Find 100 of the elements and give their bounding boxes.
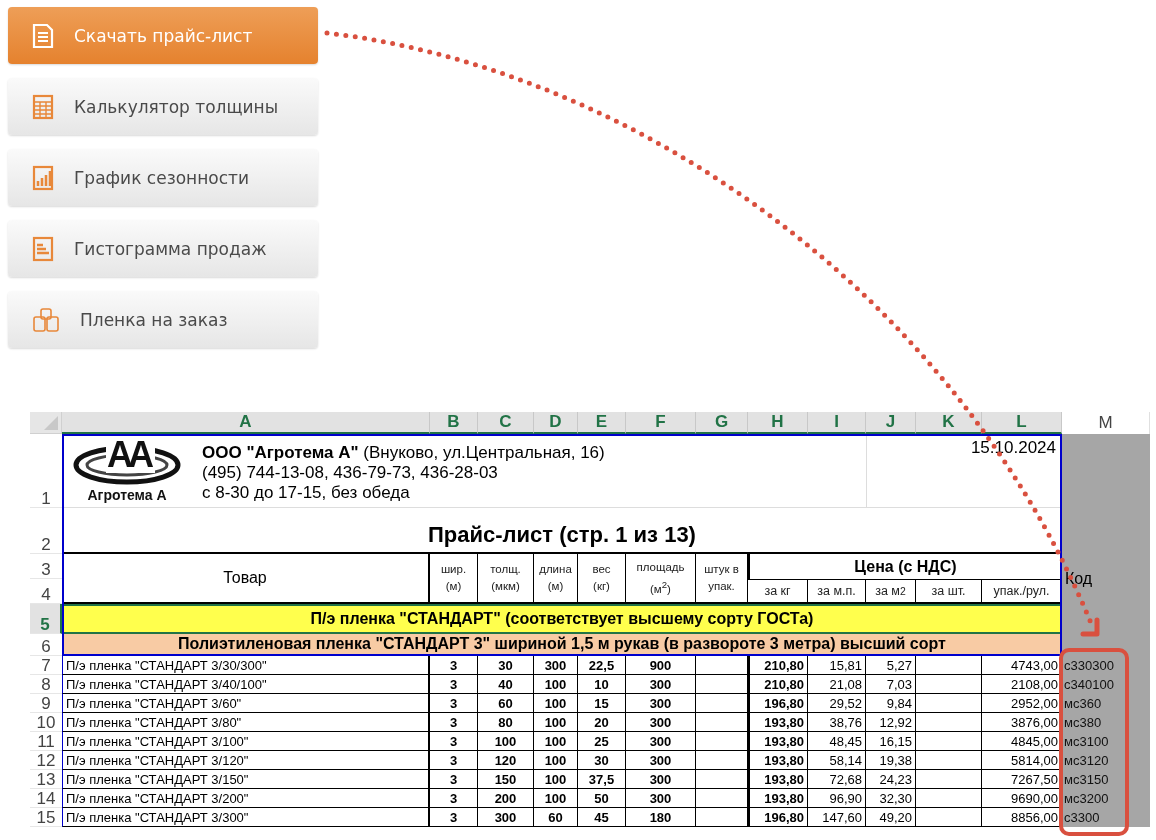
column-header[interactable]: A bbox=[62, 412, 430, 434]
table-cell: 180 bbox=[626, 808, 696, 827]
select-all-corner[interactable] bbox=[30, 412, 62, 434]
product-code: мс3100 bbox=[1064, 734, 1109, 749]
table-cell: 2952,00 bbox=[982, 694, 1062, 713]
table-cell: 4743,00 bbox=[982, 656, 1062, 675]
row-header[interactable]: 15 bbox=[30, 808, 62, 827]
table-cell: 3 bbox=[430, 808, 478, 827]
row-header[interactable]: 3 bbox=[30, 554, 62, 579]
column-header[interactable]: J bbox=[866, 412, 916, 434]
table-cell: 12,92 bbox=[866, 713, 916, 732]
table-cell: 3 bbox=[430, 656, 478, 675]
table-cell: 3 bbox=[430, 713, 478, 732]
table-cell: 21,08 bbox=[808, 675, 866, 694]
row-header[interactable]: 5 bbox=[30, 604, 62, 634]
table-cell: 19,38 bbox=[866, 751, 916, 770]
table-cell: 300 bbox=[478, 808, 534, 827]
empty-table-cell bbox=[696, 732, 748, 751]
row-header[interactable]: 13 bbox=[30, 770, 62, 789]
company-name: ООО "Агротема А" (Внуково, ул.Центральная, 16) bbox=[202, 443, 605, 463]
product-code: мс360 bbox=[1064, 696, 1102, 711]
table-cell: 100 bbox=[534, 789, 578, 808]
empty-table-cell bbox=[916, 751, 982, 770]
menu-button[interactable]: Гистограмма продаж bbox=[8, 220, 318, 277]
column-header[interactable]: G bbox=[696, 412, 748, 434]
column-header[interactable]: K bbox=[916, 412, 982, 434]
table-cell: 96,90 bbox=[808, 789, 866, 808]
table-cell: 22,5 bbox=[578, 656, 626, 675]
table-cell: 210,80 bbox=[748, 675, 808, 694]
row-header[interactable]: 11 bbox=[30, 732, 62, 751]
horizontal-bars-icon bbox=[32, 235, 54, 262]
table-cell: 32,30 bbox=[866, 789, 916, 808]
column-header[interactable]: D bbox=[534, 412, 578, 434]
bar-chart-icon bbox=[32, 164, 54, 191]
table-cell: 8856,00 bbox=[982, 808, 1062, 827]
table-cell: 15,81 bbox=[808, 656, 866, 675]
column-header[interactable]: F bbox=[626, 412, 696, 434]
table-cell: 300 bbox=[626, 789, 696, 808]
table-cell: 193,80 bbox=[748, 770, 808, 789]
table-cell: 193,80 bbox=[748, 789, 808, 808]
table-header-cell: Цена (с НДС) bbox=[748, 554, 1062, 579]
menu-button[interactable]: Калькулятор толщины bbox=[8, 78, 318, 135]
empty-table-cell bbox=[696, 694, 748, 713]
empty-table-cell bbox=[916, 808, 982, 827]
company-phones: (495) 744-13-08, 436-79-73, 436-28-03 bbox=[202, 463, 499, 483]
table-cell: 100 bbox=[478, 732, 534, 751]
product-code: мс3120 bbox=[1064, 753, 1109, 768]
table-cell: 49,20 bbox=[866, 808, 916, 827]
column-header[interactable]: I bbox=[808, 412, 866, 434]
menu-button[interactable]: График сезонности bbox=[8, 149, 318, 206]
column-header[interactable]: C bbox=[478, 412, 534, 434]
table-cell: П/э пленка "СТАНДАРТ 3/200" bbox=[62, 789, 430, 808]
table-cell: 29,52 bbox=[808, 694, 866, 713]
table-cell: 210,80 bbox=[748, 656, 808, 675]
table-cell: 7,03 bbox=[866, 675, 916, 694]
sheet-title: Прайс-лист (стр. 1 из 13) bbox=[428, 522, 696, 548]
table-cell: 196,80 bbox=[748, 694, 808, 713]
table-cell: 48,45 bbox=[808, 732, 866, 751]
table-icon bbox=[32, 93, 54, 120]
row-header[interactable]: 6 bbox=[30, 634, 62, 656]
table-header-cell-text: вес (кг) bbox=[592, 562, 611, 594]
table-cell: 30 bbox=[578, 751, 626, 770]
row-header[interactable]: 12 bbox=[30, 751, 62, 770]
table-cell: 3876,00 bbox=[982, 713, 1062, 732]
table-cell: 3 bbox=[430, 694, 478, 713]
column-header[interactable]: L bbox=[982, 412, 1062, 434]
menu-button[interactable]: Пленка на заказ bbox=[8, 291, 318, 348]
row-header[interactable]: 9 bbox=[30, 694, 62, 713]
row-header[interactable]: 14 bbox=[30, 789, 62, 808]
column-header[interactable]: B bbox=[430, 412, 478, 434]
table-cell: 5,27 bbox=[866, 656, 916, 675]
code-header: Код bbox=[1065, 570, 1093, 588]
table-cell: 120 bbox=[478, 751, 534, 770]
row-header[interactable]: 7 bbox=[30, 656, 62, 675]
table-cell: 9,84 bbox=[866, 694, 916, 713]
empty-table-cell bbox=[696, 713, 748, 732]
table-cell: 2108,00 bbox=[982, 675, 1062, 694]
column-header[interactable]: H bbox=[748, 412, 808, 434]
column-header[interactable]: E bbox=[578, 412, 626, 434]
table-cell: 3 bbox=[430, 789, 478, 808]
table-cell: 10 bbox=[578, 675, 626, 694]
row-header[interactable]: 8 bbox=[30, 675, 62, 694]
table-cell: 50 bbox=[578, 789, 626, 808]
empty-table-cell bbox=[916, 732, 982, 751]
row-header[interactable]: 1 bbox=[30, 434, 62, 508]
row-header[interactable]: 10 bbox=[30, 713, 62, 732]
table-cell: 30 bbox=[478, 656, 534, 675]
empty-table-cell bbox=[916, 694, 982, 713]
table-cell: 100 bbox=[534, 770, 578, 789]
table-cell: 24,23 bbox=[866, 770, 916, 789]
table-header-cell-text: площадь (м$^{2}$) bbox=[636, 559, 685, 597]
product-code: мс3150 bbox=[1064, 772, 1109, 787]
document-icon bbox=[32, 22, 54, 49]
table-cell: 193,80 bbox=[748, 751, 808, 770]
row-header[interactable]: 2 bbox=[30, 508, 62, 554]
table-cell: 15 bbox=[578, 694, 626, 713]
jars-icon bbox=[32, 306, 60, 333]
product-code: с330300 bbox=[1064, 658, 1114, 673]
table-cell: 3 bbox=[430, 751, 478, 770]
table-cell: 45 bbox=[578, 808, 626, 827]
